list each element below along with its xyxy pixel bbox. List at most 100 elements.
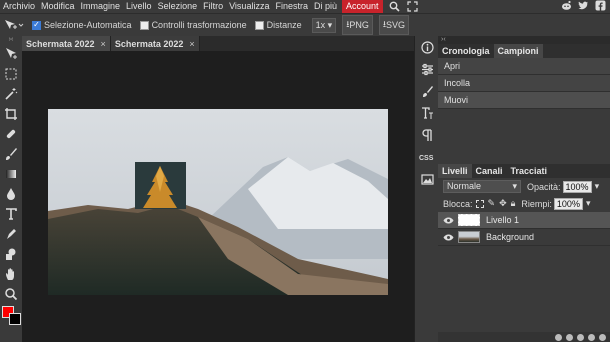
layer-thumbnail bbox=[458, 214, 480, 226]
tab-livelli[interactable]: Livelli bbox=[438, 164, 472, 178]
auto-select-checkbox[interactable]: ✓ Selezione-Automatica bbox=[32, 20, 132, 30]
zoom-tool-icon[interactable] bbox=[0, 284, 22, 304]
layers-panel: Livelli Canali Tracciati Normale ▾ Opaci… bbox=[438, 164, 610, 342]
tab-canali[interactable]: Canali bbox=[472, 164, 507, 178]
chevron-down-icon: ▾ bbox=[512, 181, 517, 191]
layer-row[interactable]: Livello 1 bbox=[438, 212, 610, 229]
tab-document-1[interactable]: Schermata 2022 × bbox=[22, 36, 111, 51]
canvas-image-mountains[interactable] bbox=[48, 109, 388, 295]
canvas-area[interactable] bbox=[22, 51, 414, 342]
chevron-down-icon: ▾ bbox=[327, 19, 333, 30]
tab-document-2[interactable]: Schermata 2022 × bbox=[110, 36, 200, 51]
menu-livello[interactable]: Livello bbox=[123, 0, 155, 13]
lock-all-icon[interactable]: 🔒︎ bbox=[511, 198, 516, 209]
canvas-layer-tree[interactable] bbox=[135, 162, 186, 209]
character-icon[interactable] bbox=[415, 102, 439, 124]
blend-opacity-row: Normale ▾ Opacità: 100% ▾ bbox=[438, 178, 610, 195]
blur-tool-icon[interactable] bbox=[0, 184, 22, 204]
info-icon[interactable] bbox=[415, 36, 439, 58]
tab-cronologia[interactable]: Cronologia bbox=[438, 44, 494, 58]
panel-icon-bar: CSS bbox=[414, 36, 438, 342]
new-layer-icon[interactable] bbox=[588, 333, 595, 341]
layer-name: Background bbox=[486, 232, 535, 242]
menu-filtro[interactable]: Filtro bbox=[200, 0, 226, 13]
opacity-dropdown-icon[interactable]: ▾ bbox=[595, 181, 600, 192]
history-panel-tabs: Cronologia Campioni bbox=[438, 44, 610, 58]
css-icon[interactable]: CSS bbox=[415, 146, 439, 168]
crop-tool-icon[interactable] bbox=[0, 104, 22, 124]
twitter-icon[interactable] bbox=[578, 0, 589, 13]
lock-transparency-icon[interactable] bbox=[475, 199, 484, 208]
collapse-panels-icon[interactable]: ›‹ bbox=[438, 36, 610, 44]
menu-archivio[interactable]: Archivio bbox=[0, 0, 38, 13]
menu-visualizza[interactable]: Visualizza bbox=[226, 0, 272, 13]
paragraph-icon[interactable] bbox=[415, 124, 439, 146]
document-tabs: Schermata 2022 × Schermata 2022 × bbox=[22, 36, 414, 51]
tab-campioni[interactable]: Campioni bbox=[493, 44, 543, 58]
account-button[interactable]: Account bbox=[341, 0, 383, 13]
marquee-tool-icon[interactable] bbox=[0, 64, 22, 84]
healing-tool-icon[interactable] bbox=[0, 124, 22, 144]
checkmark-icon: ✓ bbox=[32, 20, 41, 30]
search-icon[interactable] bbox=[389, 1, 401, 13]
menu-bar: Archivio Modifica Immagine Livello Selez… bbox=[0, 0, 610, 13]
history-item[interactable]: Muovi bbox=[438, 92, 610, 109]
export-png-button[interactable]: ⭳ PNG bbox=[342, 15, 373, 35]
brush-settings-icon[interactable] bbox=[415, 80, 439, 102]
magic-wand-tool-icon[interactable] bbox=[0, 84, 22, 104]
collapse-toolbar-icon[interactable]: ›‹ bbox=[0, 36, 22, 44]
hand-tool-icon[interactable] bbox=[0, 264, 22, 284]
checkbox-box bbox=[254, 20, 264, 30]
lock-position-icon[interactable]: ✥ bbox=[499, 198, 507, 209]
eye-icon[interactable] bbox=[438, 217, 458, 224]
image-icon[interactable] bbox=[415, 168, 439, 190]
fullscreen-icon[interactable] bbox=[407, 1, 419, 13]
tab-label: Schermata 2022 bbox=[26, 38, 95, 49]
lock-label: Blocca: bbox=[443, 198, 473, 209]
options-bar: ✓ Selezione-Automatica Controlli trasfor… bbox=[0, 13, 610, 36]
adjustments-icon[interactable] bbox=[415, 58, 439, 80]
mask-icon[interactable] bbox=[555, 333, 562, 341]
export-svg-button[interactable]: ⭳ SVG bbox=[378, 15, 410, 35]
color-swatches[interactable] bbox=[2, 306, 22, 326]
menu-modifica[interactable]: Modifica bbox=[38, 0, 78, 13]
eye-icon[interactable] bbox=[438, 234, 458, 241]
menu-finestra[interactable]: Finestra bbox=[272, 0, 311, 13]
history-item[interactable]: Apri bbox=[438, 58, 610, 75]
background-color-swatch[interactable] bbox=[9, 313, 21, 325]
close-icon[interactable]: × bbox=[189, 39, 194, 49]
blend-mode-select[interactable]: Normale ▾ bbox=[443, 180, 521, 193]
zoom-value: 1x bbox=[315, 19, 326, 30]
fill-input[interactable]: 100% bbox=[553, 197, 583, 210]
menu-di-piu[interactable]: Di più bbox=[311, 0, 340, 13]
fill-dropdown-icon[interactable]: ▾ bbox=[586, 198, 591, 209]
lock-pixels-icon[interactable]: ✎ bbox=[488, 198, 496, 209]
new-folder-icon[interactable] bbox=[577, 333, 584, 341]
brush-tool-icon[interactable] bbox=[0, 144, 22, 164]
menu-selezione[interactable]: Selezione bbox=[155, 0, 201, 13]
adjustment-layer-icon[interactable] bbox=[566, 333, 573, 341]
reddit-icon[interactable] bbox=[561, 0, 572, 13]
distances-checkbox[interactable]: Distanze bbox=[254, 20, 302, 30]
text-tool-icon[interactable] bbox=[0, 204, 22, 224]
zoom-select[interactable]: 1x ▾ bbox=[311, 17, 337, 33]
transform-controls-checkbox[interactable]: Controlli trasformazione bbox=[139, 20, 247, 30]
layer-row[interactable]: Background bbox=[438, 229, 610, 246]
history-list: Apri Incolla Muovi bbox=[438, 58, 610, 109]
fill-label: Riempi: bbox=[521, 198, 552, 209]
layer-thumbnail bbox=[458, 231, 480, 243]
gradient-tool-icon[interactable] bbox=[0, 164, 22, 184]
distances-label: Distanze bbox=[266, 20, 302, 30]
move-tool-icon[interactable] bbox=[0, 44, 22, 64]
tools-panel: ›‹ bbox=[0, 36, 22, 342]
menu-immagine[interactable]: Immagine bbox=[78, 0, 124, 13]
delete-layer-icon[interactable] bbox=[599, 333, 606, 341]
tab-tracciati[interactable]: Tracciati bbox=[507, 164, 552, 178]
facebook-icon[interactable] bbox=[595, 0, 606, 13]
opacity-input[interactable]: 100% bbox=[562, 180, 592, 193]
close-icon[interactable]: × bbox=[101, 39, 106, 49]
history-item[interactable]: Incolla bbox=[438, 75, 610, 92]
pen-tool-icon[interactable] bbox=[0, 224, 22, 244]
shape-tool-icon[interactable] bbox=[0, 244, 22, 264]
checkbox-box bbox=[139, 20, 149, 30]
